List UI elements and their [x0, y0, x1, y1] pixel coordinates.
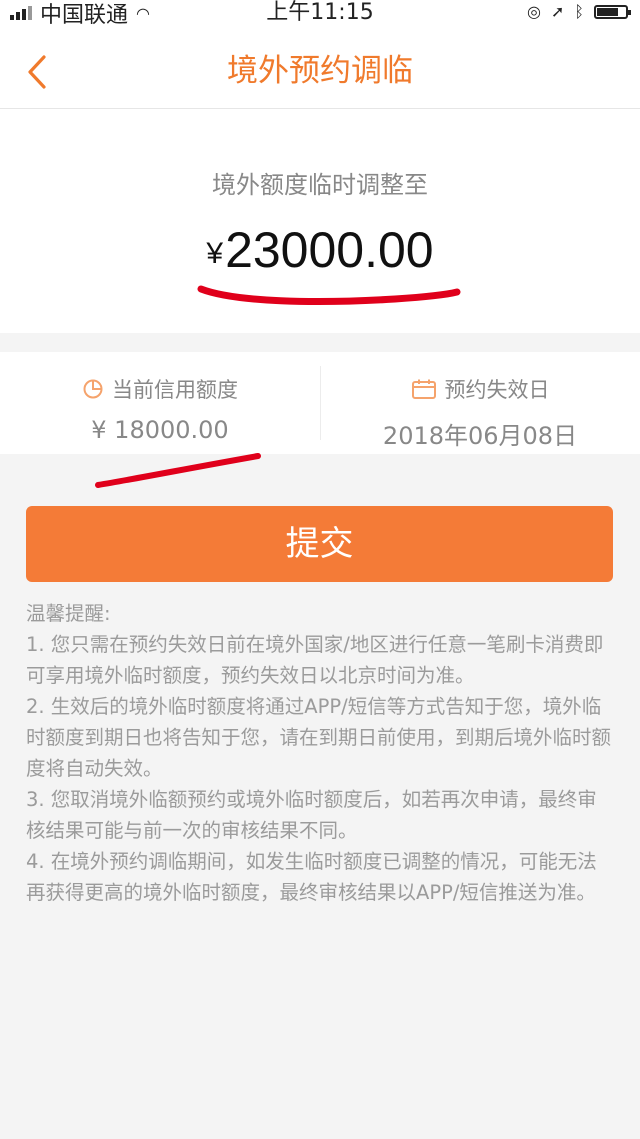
tip-item-4: 4. 在境外预约调临期间，如发生临时额度已调整的情况，可能无法再获得更高的境外临… — [26, 850, 597, 904]
red-underline-limit — [95, 453, 261, 488]
expiry-header: 预约失效日 — [320, 374, 640, 404]
current-limit-section: 当前信用额度 ¥ 18000.00 — [0, 352, 320, 454]
expiry-section: 预约失效日 2018年06月08日 — [320, 352, 640, 454]
info-panel: 当前信用额度 ¥ 18000.00 预约失效日 2018年06月08日 — [0, 352, 640, 454]
tips-title: 温馨提醒: — [26, 602, 111, 625]
currency-symbol: ¥ — [206, 237, 224, 270]
amount-number: 23000.00 — [225, 222, 434, 278]
amount-value: ¥23000.00 — [0, 221, 640, 279]
current-limit-label: 当前信用额度 — [112, 378, 238, 402]
tip-item-1: 1. 您只需在预约失效日前在境外国家/地区进行任意一笔刷卡消费即可享用境外临时额… — [26, 633, 604, 687]
page-title: 境外预约调临 — [227, 53, 413, 89]
tip-item-2: 2. 生效后的境外临时额度将通过APP/短信等方式告知于您，境外临时额度到期日也… — [26, 695, 612, 780]
location-icon: ➚ — [550, 2, 565, 21]
current-limit-header: 当前信用额度 — [0, 374, 320, 404]
bluetooth-icon: ᛒ — [574, 2, 584, 21]
nav-bar: 境外预约调临 — [0, 34, 640, 109]
calendar-icon — [411, 379, 436, 399]
current-limit-value: ¥ 18000.00 — [91, 416, 229, 444]
amount-panel: 境外额度临时调整至 ¥23000.00 — [0, 109, 640, 333]
lock-rotation-icon: ◎ — [527, 2, 541, 21]
submit-button[interactable]: 提交 — [26, 506, 613, 582]
amount-label: 境外额度临时调整至 — [212, 171, 428, 199]
battery-icon — [594, 4, 631, 19]
tip-item-3: 3. 您取消境外临额预约或境外临时额度后，如若再次申请，最终审核结果可能与前一次… — [26, 788, 597, 842]
pie-chart-icon — [83, 379, 103, 399]
expiry-label: 预约失效日 — [444, 378, 550, 402]
tips-section: 温馨提醒: 1. 您只需在预约失效日前在境外国家/地区进行任意一笔刷卡消费即可享… — [26, 598, 616, 908]
status-right: ◎ ➚ ᛒ — [527, 2, 631, 21]
expiry-value: 2018年06月08日 — [382, 422, 578, 450]
status-bar: 中国联通 ◠ 上午11:15 ◎ ➚ ᛒ — [0, 0, 640, 34]
